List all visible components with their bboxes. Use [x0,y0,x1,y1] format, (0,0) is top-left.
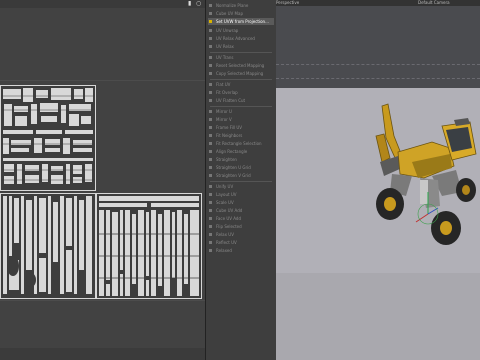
menu-item[interactable]: Straighten [208,156,274,163]
menu-item[interactable]: Straighten U Grid [208,164,274,171]
settings-icon[interactable]: ○ [196,1,201,7]
uv-commands-menu: Normalize Plane Cube UV Map Set UVW from… [205,0,277,360]
viewport-background [276,6,480,88]
command-icon [209,83,212,86]
command-icon [209,193,212,196]
command-icon [209,209,212,212]
menu-item[interactable]: Align Rectangle [208,148,274,155]
command-icon [209,4,212,7]
menu-item[interactable]: Unify UV [208,183,274,190]
menu-item[interactable]: UV Unwrap [208,27,274,34]
menu-item[interactable]: Fit Neighbors [208,132,274,139]
command-icon [209,158,212,161]
command-icon [209,201,212,204]
command-icon [209,241,212,244]
menu-item[interactable]: UV Relax Advanced [208,35,274,42]
menu-separator [210,79,272,80]
command-icon [209,150,212,153]
menu-item[interactable]: Frame Fill UV [208,124,274,131]
menu-item[interactable]: Mirror U [208,108,274,115]
command-icon [209,45,212,48]
menu-item[interactable]: Cube UV Add [208,207,274,214]
uv-island-block-bottom-right[interactable] [96,193,202,299]
command-icon [209,217,212,220]
menu-item[interactable]: Face UV Add [208,215,274,222]
command-icon [209,20,212,23]
command-icon [209,118,212,121]
menu-item[interactable]: Cube UV Map [208,10,274,17]
menu-item-selected[interactable]: Set UVW from Projection... [208,18,274,25]
menu-item[interactable]: UV Trans [208,54,274,61]
command-icon [209,37,212,40]
menu-item[interactable]: Copy Selected Mapping [208,70,274,77]
menu-separator [210,181,272,182]
command-icon [209,91,212,94]
menu-item[interactable]: Reflect UV [208,239,274,246]
command-icon [209,134,212,137]
menu-item[interactable]: Relax UV [208,231,274,238]
command-icon [209,99,212,102]
uv-editor-panel[interactable]: ▮ ○ [0,0,205,360]
menu-item[interactable]: Fit Rectangle Selection [208,140,274,147]
uv-island-block-top[interactable] [0,85,96,191]
uv-editor-statusbar [0,348,205,360]
command-icon [209,64,212,67]
command-icon [209,110,212,113]
command-icon [209,142,212,145]
command-icon [209,56,212,59]
menu-item[interactable]: Fit Overlap [208,89,274,96]
menu-item[interactable]: Normalize Plane [208,2,274,9]
command-icon [209,72,212,75]
menu-separator [210,52,272,53]
uv-island-block-bottom-left[interactable] [0,193,96,299]
menu-item[interactable]: Relaxed [208,247,274,254]
command-icon [209,166,212,169]
command-icon [209,174,212,177]
uv-grid-line [0,80,205,81]
menu-item[interactable]: Scale UV [208,199,274,206]
excavator-model[interactable] [372,96,480,256]
menu-item[interactable]: Reset Selected Mapping [208,62,274,69]
backdrop-floor [276,273,480,360]
uv-editor-toolbar: ▮ ○ [0,0,205,8]
menu-item[interactable]: Layout UV [208,191,274,198]
command-icon [209,249,212,252]
grid-line [276,64,480,65]
command-icon [209,185,212,188]
command-icon [209,12,212,15]
menu-item[interactable]: UV Relax [208,43,274,50]
menu-item[interactable]: UV Flatten Cut [208,97,274,104]
menu-separator [210,106,272,107]
menu-item[interactable]: Flat UV [208,81,274,88]
pin-icon[interactable]: ▮ [188,1,191,7]
grid-line [276,78,480,79]
menu-item[interactable]: Straighten V Grid [208,172,274,179]
command-icon [209,29,212,32]
command-icon [209,233,212,236]
command-icon [209,225,212,228]
viewport-3d[interactable]: Perspective Default Camera [276,0,480,360]
command-icon [209,126,212,129]
menu-item[interactable]: Flip Selected [208,223,274,230]
uv-grid-line [0,300,205,301]
menu-item[interactable]: Mirror V [208,116,274,123]
